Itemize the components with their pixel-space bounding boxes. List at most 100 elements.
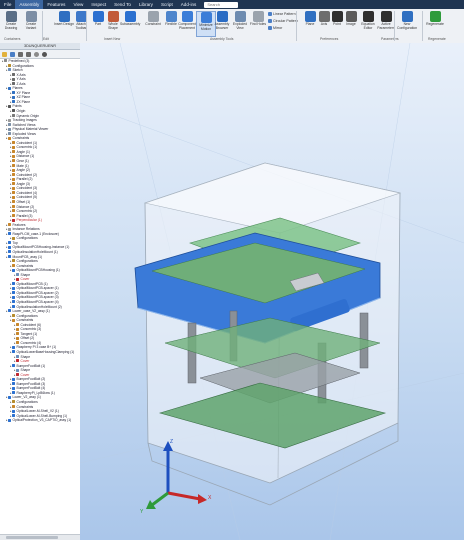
- ribbon-linear-pattern-button[interactable]: Linear Pattern: [268, 12, 296, 16]
- tree-item-icon: [12, 291, 15, 295]
- collapse-icon[interactable]: [18, 51, 23, 57]
- tree-item-icon: [8, 63, 11, 67]
- tree-item-icon: [12, 154, 15, 158]
- ribbon-create-drawing-button[interactable]: Create Drawing: [1, 11, 21, 37]
- ribbon-group-label: Insert New: [104, 37, 121, 41]
- tree-item-icon: [12, 264, 15, 267]
- whole-shape-icon: [107, 11, 119, 22]
- ribbon-button-label: Find Holes: [249, 22, 267, 26]
- ribbon-subassembly-button[interactable]: Subassembly: [120, 11, 140, 37]
- tree-item-label: Dynamic Origin: [16, 113, 40, 118]
- tree-item-label: Coincident (5): [16, 195, 38, 200]
- exploded-view-icon: [234, 11, 246, 22]
- ribbon-active-parameters-button[interactable]: Active Parameters: [376, 11, 396, 37]
- insert-design-icon: [58, 11, 70, 22]
- tree-row[interactable]: ▸ OpticalProtection_V3_CAPTIO_assy (1): [0, 418, 80, 423]
- ribbon-component-placement-button[interactable]: Component Placement: [177, 11, 197, 37]
- ribbon-separator: [422, 11, 423, 41]
- tree-item-icon: [16, 336, 19, 340]
- ribbon-group-label: Assembly Tools: [210, 37, 234, 41]
- tree-item-label: Cover: [20, 372, 30, 377]
- tree-item-icon: [12, 282, 15, 286]
- ribbon-regenerate-button[interactable]: Regenerate: [425, 11, 445, 37]
- tree-item-icon: [12, 304, 15, 308]
- ribbon-new-configuration-button[interactable]: New Configuration: [397, 11, 417, 37]
- search-input[interactable]: Search: [204, 1, 239, 8]
- ribbon-separator: [394, 11, 395, 41]
- tree-view-icon[interactable]: [10, 51, 15, 57]
- tree-item-icon: [8, 250, 11, 254]
- tree-item-label: Sketch: [12, 68, 23, 73]
- ribbon-small-label: Mirror: [273, 26, 283, 30]
- tree-item-icon: [12, 386, 15, 390]
- tree-item-label: OpticalMountPCB-spacer (3): [16, 295, 59, 300]
- ribbon-equation-editor-button[interactable]: Equation Editor: [358, 11, 378, 37]
- gear-icon[interactable]: [42, 51, 47, 57]
- tree-item-icon: [12, 400, 15, 404]
- tree-item-icon: [12, 268, 15, 272]
- active-parameters-icon: [380, 11, 392, 22]
- ribbon-mirror-button[interactable]: Mirror: [268, 26, 282, 30]
- tree-item-label: Angle (3): [16, 181, 30, 186]
- menu-view[interactable]: View: [69, 0, 87, 9]
- menu-library[interactable]: Library: [135, 0, 157, 9]
- tree-item-icon: [12, 414, 15, 418]
- ribbon-group-label: Containers: [4, 37, 21, 41]
- model-render[interactable]: Z X Y: [80, 43, 464, 540]
- pattern-icon: [268, 19, 272, 23]
- tree-item-icon: [8, 223, 11, 227]
- tree-item-label: Shape: [20, 368, 31, 373]
- tree-item-icon: [4, 59, 7, 63]
- menu-features[interactable]: Features: [43, 0, 69, 9]
- ribbon-circular-pattern-button[interactable]: Circular Pattern: [268, 19, 298, 23]
- 3d-viewport[interactable]: Z X Y: [80, 43, 464, 540]
- menu-add-ins[interactable]: Add-ins: [177, 0, 201, 9]
- ribbon-create-variant-button[interactable]: Create Variant: [21, 11, 41, 37]
- tree-item-icon: [12, 182, 15, 186]
- expand-icon[interactable]: [26, 51, 31, 57]
- ribbon-button-label: Assembly Browser: [214, 22, 230, 30]
- x-axis-label: X: [208, 495, 212, 501]
- tree-item-icon: [16, 273, 19, 277]
- tree-item-icon: [12, 318, 15, 322]
- menu-send-to[interactable]: Send To: [110, 0, 135, 9]
- y-axis-label: Y: [140, 509, 144, 515]
- subassembly-icon: [124, 11, 136, 22]
- tree-item-label: Predefined (3): [8, 59, 30, 63]
- menu-file[interactable]: File: [0, 0, 15, 9]
- ribbon-small-label: Circular Pattern: [273, 19, 298, 23]
- minimize-motion-icon: [200, 12, 212, 23]
- tree-item-icon: [12, 364, 15, 368]
- tree-item-icon: [12, 159, 15, 163]
- search-icon[interactable]: [34, 51, 39, 57]
- filter-icon[interactable]: [2, 51, 7, 57]
- ribbon-button-label: Create Variant: [25, 22, 37, 30]
- tree-item-icon: [8, 127, 11, 131]
- tree-item-icon: [8, 136, 11, 140]
- tree-item-label: Coincident (3): [16, 186, 38, 191]
- ribbon-constraint-button[interactable]: Constraint: [143, 11, 163, 37]
- menu-inspect[interactable]: Inspect: [87, 0, 110, 9]
- tree-horizontal-scrollbar[interactable]: [0, 534, 80, 540]
- tree-item-label: Switched Views: [12, 122, 36, 127]
- tree-item-label: Coincident (6): [20, 322, 42, 327]
- tree-item-icon: [12, 382, 15, 386]
- ribbon-assembly-browser-button[interactable]: Assembly Browser: [212, 11, 232, 37]
- ribbon-separator: [296, 11, 297, 41]
- menu-assembly[interactable]: Assembly: [15, 0, 44, 9]
- ribbon-find-holes-button[interactable]: Find Holes: [248, 11, 268, 37]
- menu-script[interactable]: Script: [157, 0, 177, 9]
- tree-item-label: Planes: [12, 86, 23, 91]
- tree-item-label: X Axis: [16, 72, 26, 77]
- ribbon-button-label: Active Parameters: [377, 22, 395, 30]
- ribbon-toolbar: Create Drawing Create Variant Insert Desig…: [0, 9, 464, 44]
- ribbon-exploded-view-button[interactable]: Exploded View: [230, 11, 250, 37]
- tree-item-icon: [12, 259, 15, 263]
- tree-item-label: OpticalMountPCB-spacer (2): [16, 290, 59, 295]
- tree-item-label: Angle (2): [16, 168, 30, 173]
- tree-item-label: Configurations: [16, 313, 38, 318]
- tree-item-label: OpticalMountPCBHousing (1): [16, 268, 60, 273]
- tree-item-icon: [8, 123, 11, 127]
- tree-header: 3DUNQUERUENR: [0, 43, 80, 50]
- scrollbar-thumb[interactable]: [6, 536, 58, 539]
